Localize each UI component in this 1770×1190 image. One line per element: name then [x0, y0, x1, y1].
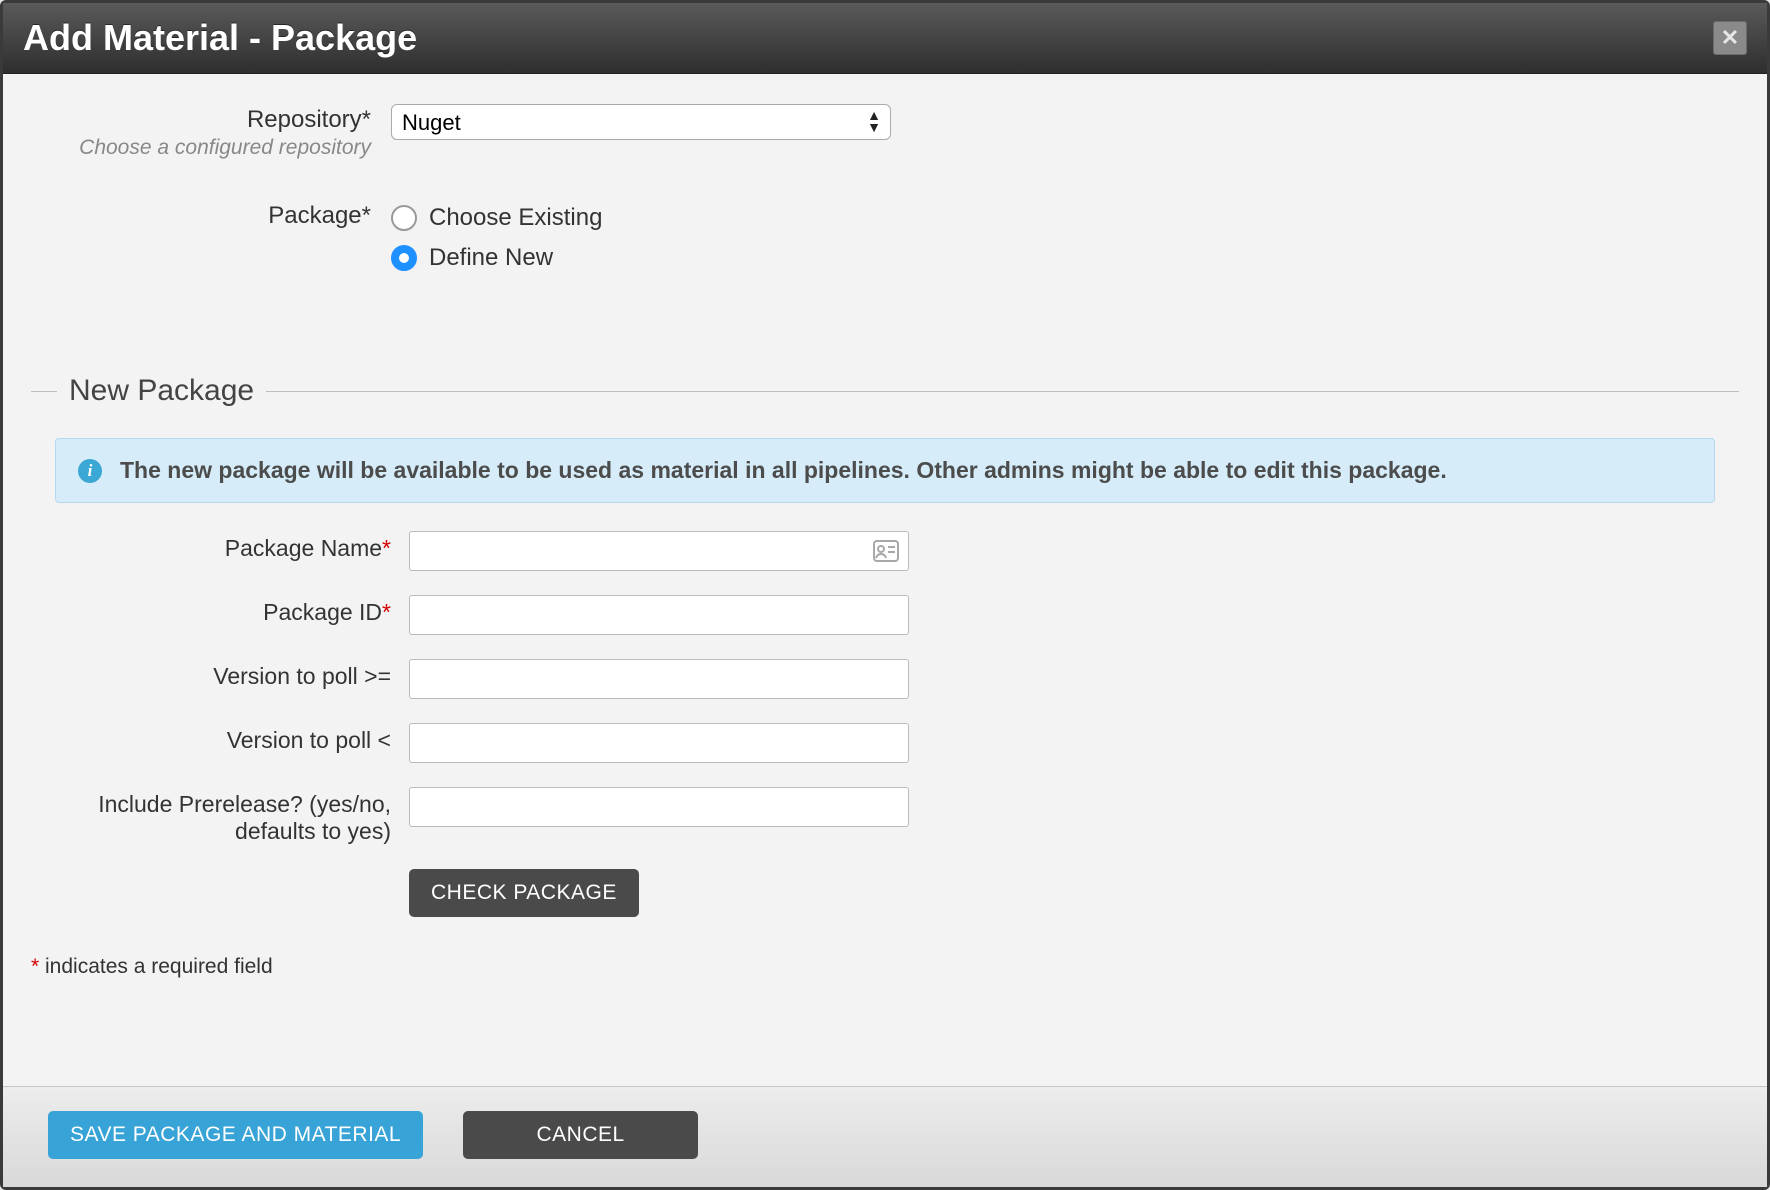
repository-label-col: Repository* Choose a configured reposito…	[31, 104, 391, 160]
repository-select[interactable]: Nuget	[391, 104, 891, 140]
package-label: Package*	[31, 202, 371, 230]
prerelease-row: Include Prerelease? (yes/no, defaults to…	[31, 787, 1739, 845]
info-box: i The new package will be available to b…	[55, 438, 1715, 503]
version-gte-input[interactable]	[409, 659, 909, 699]
version-gte-label: Version to poll >=	[31, 659, 409, 690]
legend-row: New Package	[31, 374, 1739, 408]
new-package-legend: New Package	[69, 374, 254, 408]
radio-choose-existing-label: Choose Existing	[429, 204, 602, 232]
radio-choose-existing[interactable]: Choose Existing	[391, 204, 602, 232]
save-button[interactable]: SAVE PACKAGE AND MATERIAL	[48, 1111, 423, 1159]
new-package-fieldset: New Package i The new package will be av…	[31, 374, 1739, 917]
package-id-label: Package ID*	[31, 595, 409, 626]
modal-body: Repository* Choose a configured reposito…	[3, 74, 1767, 1086]
prerelease-input[interactable]	[409, 787, 909, 827]
version-lt-input-wrap	[409, 723, 909, 763]
close-icon: ✕	[1721, 25, 1739, 51]
modal-header: Add Material - Package ✕	[3, 3, 1767, 74]
repository-label: Repository*	[31, 106, 371, 134]
version-lt-row: Version to poll <	[31, 723, 1739, 763]
package-id-input[interactable]	[409, 595, 909, 635]
legend-line-left	[31, 391, 57, 392]
radio-define-new[interactable]: Define New	[391, 244, 602, 272]
check-package-button[interactable]: CHECK PACKAGE	[409, 869, 639, 917]
close-button[interactable]: ✕	[1713, 21, 1747, 55]
legend-line-right	[266, 391, 1739, 392]
package-id-input-wrap	[409, 595, 909, 635]
radio-define-new-label: Define New	[429, 244, 553, 272]
package-name-input-wrap	[409, 531, 909, 571]
repository-hint: Choose a configured repository	[31, 136, 371, 160]
repository-select-wrap: Nuget ▲▼	[391, 104, 891, 140]
modal-title: Add Material - Package	[23, 17, 417, 59]
repository-row: Repository* Choose a configured reposito…	[31, 104, 1739, 160]
prerelease-input-wrap	[409, 787, 909, 827]
version-lt-input[interactable]	[409, 723, 909, 763]
add-material-modal: Add Material - Package ✕ Repository* Cho…	[0, 0, 1770, 1190]
package-row: Package* Choose Existing Define New	[31, 200, 1739, 284]
info-icon: i	[78, 459, 102, 483]
radio-icon	[391, 205, 417, 231]
version-lt-label: Version to poll <	[31, 723, 409, 754]
package-label-col: Package*	[31, 200, 391, 230]
version-gte-row: Version to poll >=	[31, 659, 1739, 699]
modal-footer: SAVE PACKAGE AND MATERIAL CANCEL	[3, 1086, 1767, 1187]
contact-card-icon	[873, 540, 899, 567]
required-note: * indicates a required field	[31, 955, 1739, 979]
package-name-label: Package Name*	[31, 531, 409, 562]
radio-icon	[391, 245, 417, 271]
repository-control: Nuget ▲▼	[391, 104, 891, 140]
package-id-row: Package ID*	[31, 595, 1739, 635]
check-package-row: CHECK PACKAGE	[31, 869, 1739, 917]
version-gte-input-wrap	[409, 659, 909, 699]
package-radio-group: Choose Existing Define New	[391, 200, 602, 284]
package-name-row: Package Name*	[31, 531, 1739, 571]
prerelease-label: Include Prerelease? (yes/no, defaults to…	[31, 787, 409, 845]
info-text: The new package will be available to be …	[120, 457, 1447, 484]
cancel-button[interactable]: CANCEL	[463, 1111, 698, 1159]
package-name-input[interactable]	[409, 531, 909, 571]
